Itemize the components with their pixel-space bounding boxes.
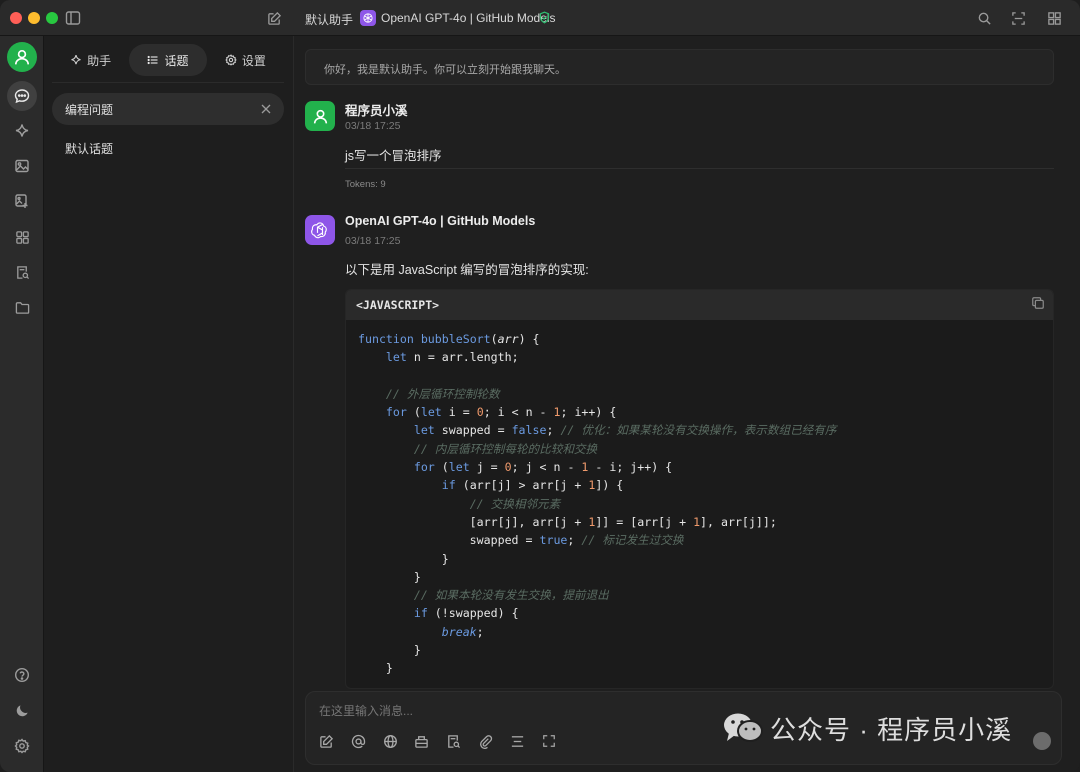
code-line: if (!swapped) { — [413, 606, 519, 621]
send-button[interactable] — [1033, 732, 1051, 750]
code-line: // 如果本轮没有发生交换，提前退出 — [413, 588, 609, 603]
new-topic-icon[interactable] — [317, 732, 335, 750]
folder-icon[interactable] — [7, 292, 37, 322]
verified-shield-icon — [536, 9, 552, 25]
assistant-name: OpenAI GPT-4o | GitHub Models — [345, 214, 536, 228]
new-topic-icon[interactable] — [264, 8, 284, 28]
code-line: } — [358, 551, 449, 566]
topic-item-active[interactable]: 编程问题 — [52, 93, 284, 125]
knowledge-base-icon[interactable] — [412, 732, 430, 750]
code-line: if (arr[j] > arr[j + 1]) { — [441, 478, 624, 493]
greeting-message: 你好，我是默认助手。你可以立刻开始跟我聊天。 — [305, 49, 1054, 85]
title-bar: 默认助手 OpenAI GPT-4o | GitHub Models — [0, 0, 1080, 36]
user-message-avatar[interactable] — [305, 101, 335, 131]
assistant-message-time: 03/18 17:25 — [345, 235, 401, 247]
code-content: function bubbleSort(arr) { let n = arr.l… — [358, 330, 836, 678]
code-line: } — [358, 661, 393, 676]
apps-grid-icon[interactable] — [1044, 8, 1064, 28]
tab-settings[interactable]: 设置 — [207, 44, 284, 76]
code-block: <JAVASCRIPT> function bubbleSort(arr) { … — [345, 289, 1054, 689]
close-window-button[interactable] — [10, 12, 22, 24]
maximize-window-button[interactable] — [46, 12, 58, 24]
code-line: break; — [441, 624, 484, 639]
user-message-time: 03/18 17:25 — [345, 120, 401, 132]
tab-settings-label: 设置 — [241, 53, 266, 68]
close-icon[interactable] — [258, 101, 274, 117]
assistant-intro-text: 以下是用 JavaScript 编写的冒泡排序的实现: — [345, 263, 589, 277]
panel-tabs: 助手 话题 设置 — [52, 44, 284, 76]
topic-panel: 助手 话题 设置 编程问题 默认话题 — [44, 36, 294, 772]
search-icon[interactable] — [974, 8, 994, 28]
document-search-icon[interactable] — [7, 257, 37, 287]
topic-label: 默认话题 — [65, 141, 114, 156]
code-line: [arr[j], arr[j + 1]] = [arr[j + 1], arr[… — [358, 514, 777, 529]
assistant-message-avatar[interactable] — [305, 215, 335, 245]
image-icon[interactable] — [7, 151, 37, 181]
code-line: } — [358, 569, 421, 584]
code-line: } — [358, 643, 421, 658]
assistant-title[interactable]: 默认助手 — [305, 11, 353, 28]
minimize-window-button[interactable] — [28, 12, 40, 24]
toggle-sidebar-icon[interactable] — [63, 8, 83, 28]
gear-icon — [225, 54, 237, 66]
chat-area: 你好，我是默认助手。你可以立刻开始跟我聊天。 程序员小溪 03/18 17:25… — [295, 36, 1080, 772]
code-line: for (let j = 0; j < n - 1 - i; j++) { — [413, 460, 673, 475]
icon-rail — [0, 36, 44, 772]
topic-label: 编程问题 — [65, 102, 114, 117]
attachment-icon[interactable] — [476, 732, 494, 750]
code-line: // 外层循环控制轮数 — [385, 386, 500, 401]
code-line: let n = arr.length; — [385, 350, 519, 365]
user-avatar[interactable] — [7, 42, 37, 72]
code-block-header: <JAVASCRIPT> — [346, 290, 1053, 320]
tab-assistant[interactable]: 助手 — [52, 44, 129, 76]
image-translate-icon[interactable] — [7, 186, 37, 216]
chat-icon[interactable] — [7, 81, 37, 111]
message-divider — [345, 168, 1054, 169]
mention-icon[interactable] — [349, 732, 367, 750]
code-line: let swapped = false; // 优化：如果某轮没有交换操作，表示… — [413, 423, 837, 438]
expand-icon[interactable] — [540, 732, 558, 750]
watermark: 公众号 · 程序员小溪 — [722, 708, 1012, 748]
apps-icon[interactable] — [7, 222, 37, 252]
copy-icon[interactable] — [1031, 296, 1047, 312]
list-icon — [148, 55, 158, 65]
app-window: 默认助手 OpenAI GPT-4o | GitHub Models 助手 话题… — [0, 0, 1080, 772]
dark-mode-icon[interactable] — [7, 695, 37, 725]
code-line: function bubbleSort(arr) { — [358, 332, 540, 346]
watermark-text: 公众号 · 程序员小溪 — [770, 714, 1013, 745]
code-language-label: <JAVASCRIPT> — [356, 298, 440, 312]
clear-context-icon[interactable] — [508, 732, 526, 750]
code-line: // 内层循环控制每轮的比较和交换 — [413, 441, 598, 456]
code-line: // 交换相邻元素 — [469, 496, 561, 511]
sparkle-icon[interactable] — [7, 116, 37, 146]
user-message-text: js写一个冒泡排序 — [345, 149, 442, 163]
openai-logo-icon — [360, 10, 376, 26]
sparkle-icon — [71, 55, 81, 65]
web-search-globe-icon[interactable] — [381, 732, 399, 750]
tab-assistant-label: 助手 — [87, 53, 112, 68]
model-title[interactable]: OpenAI GPT-4o | GitHub Models — [381, 11, 556, 25]
document-search-icon[interactable] — [444, 732, 462, 750]
code-line: for (let i = 0; i < n - 1; i++) { — [385, 405, 617, 420]
panel-divider — [52, 82, 284, 83]
settings-gear-icon[interactable] — [7, 731, 37, 761]
token-count: Tokens: 9 — [345, 179, 386, 190]
layout-icon[interactable] — [1008, 8, 1028, 28]
tab-topics-label: 话题 — [164, 53, 189, 68]
openai-logo-icon — [311, 222, 327, 239]
code-line: swapped = true; // 标记发生过交换 — [358, 533, 684, 548]
wechat-icon — [724, 713, 763, 742]
user-name: 程序员小溪 — [345, 104, 408, 118]
topic-item[interactable]: 默认话题 — [52, 132, 284, 164]
help-icon[interactable] — [7, 660, 37, 690]
tab-topics[interactable]: 话题 — [129, 44, 207, 76]
